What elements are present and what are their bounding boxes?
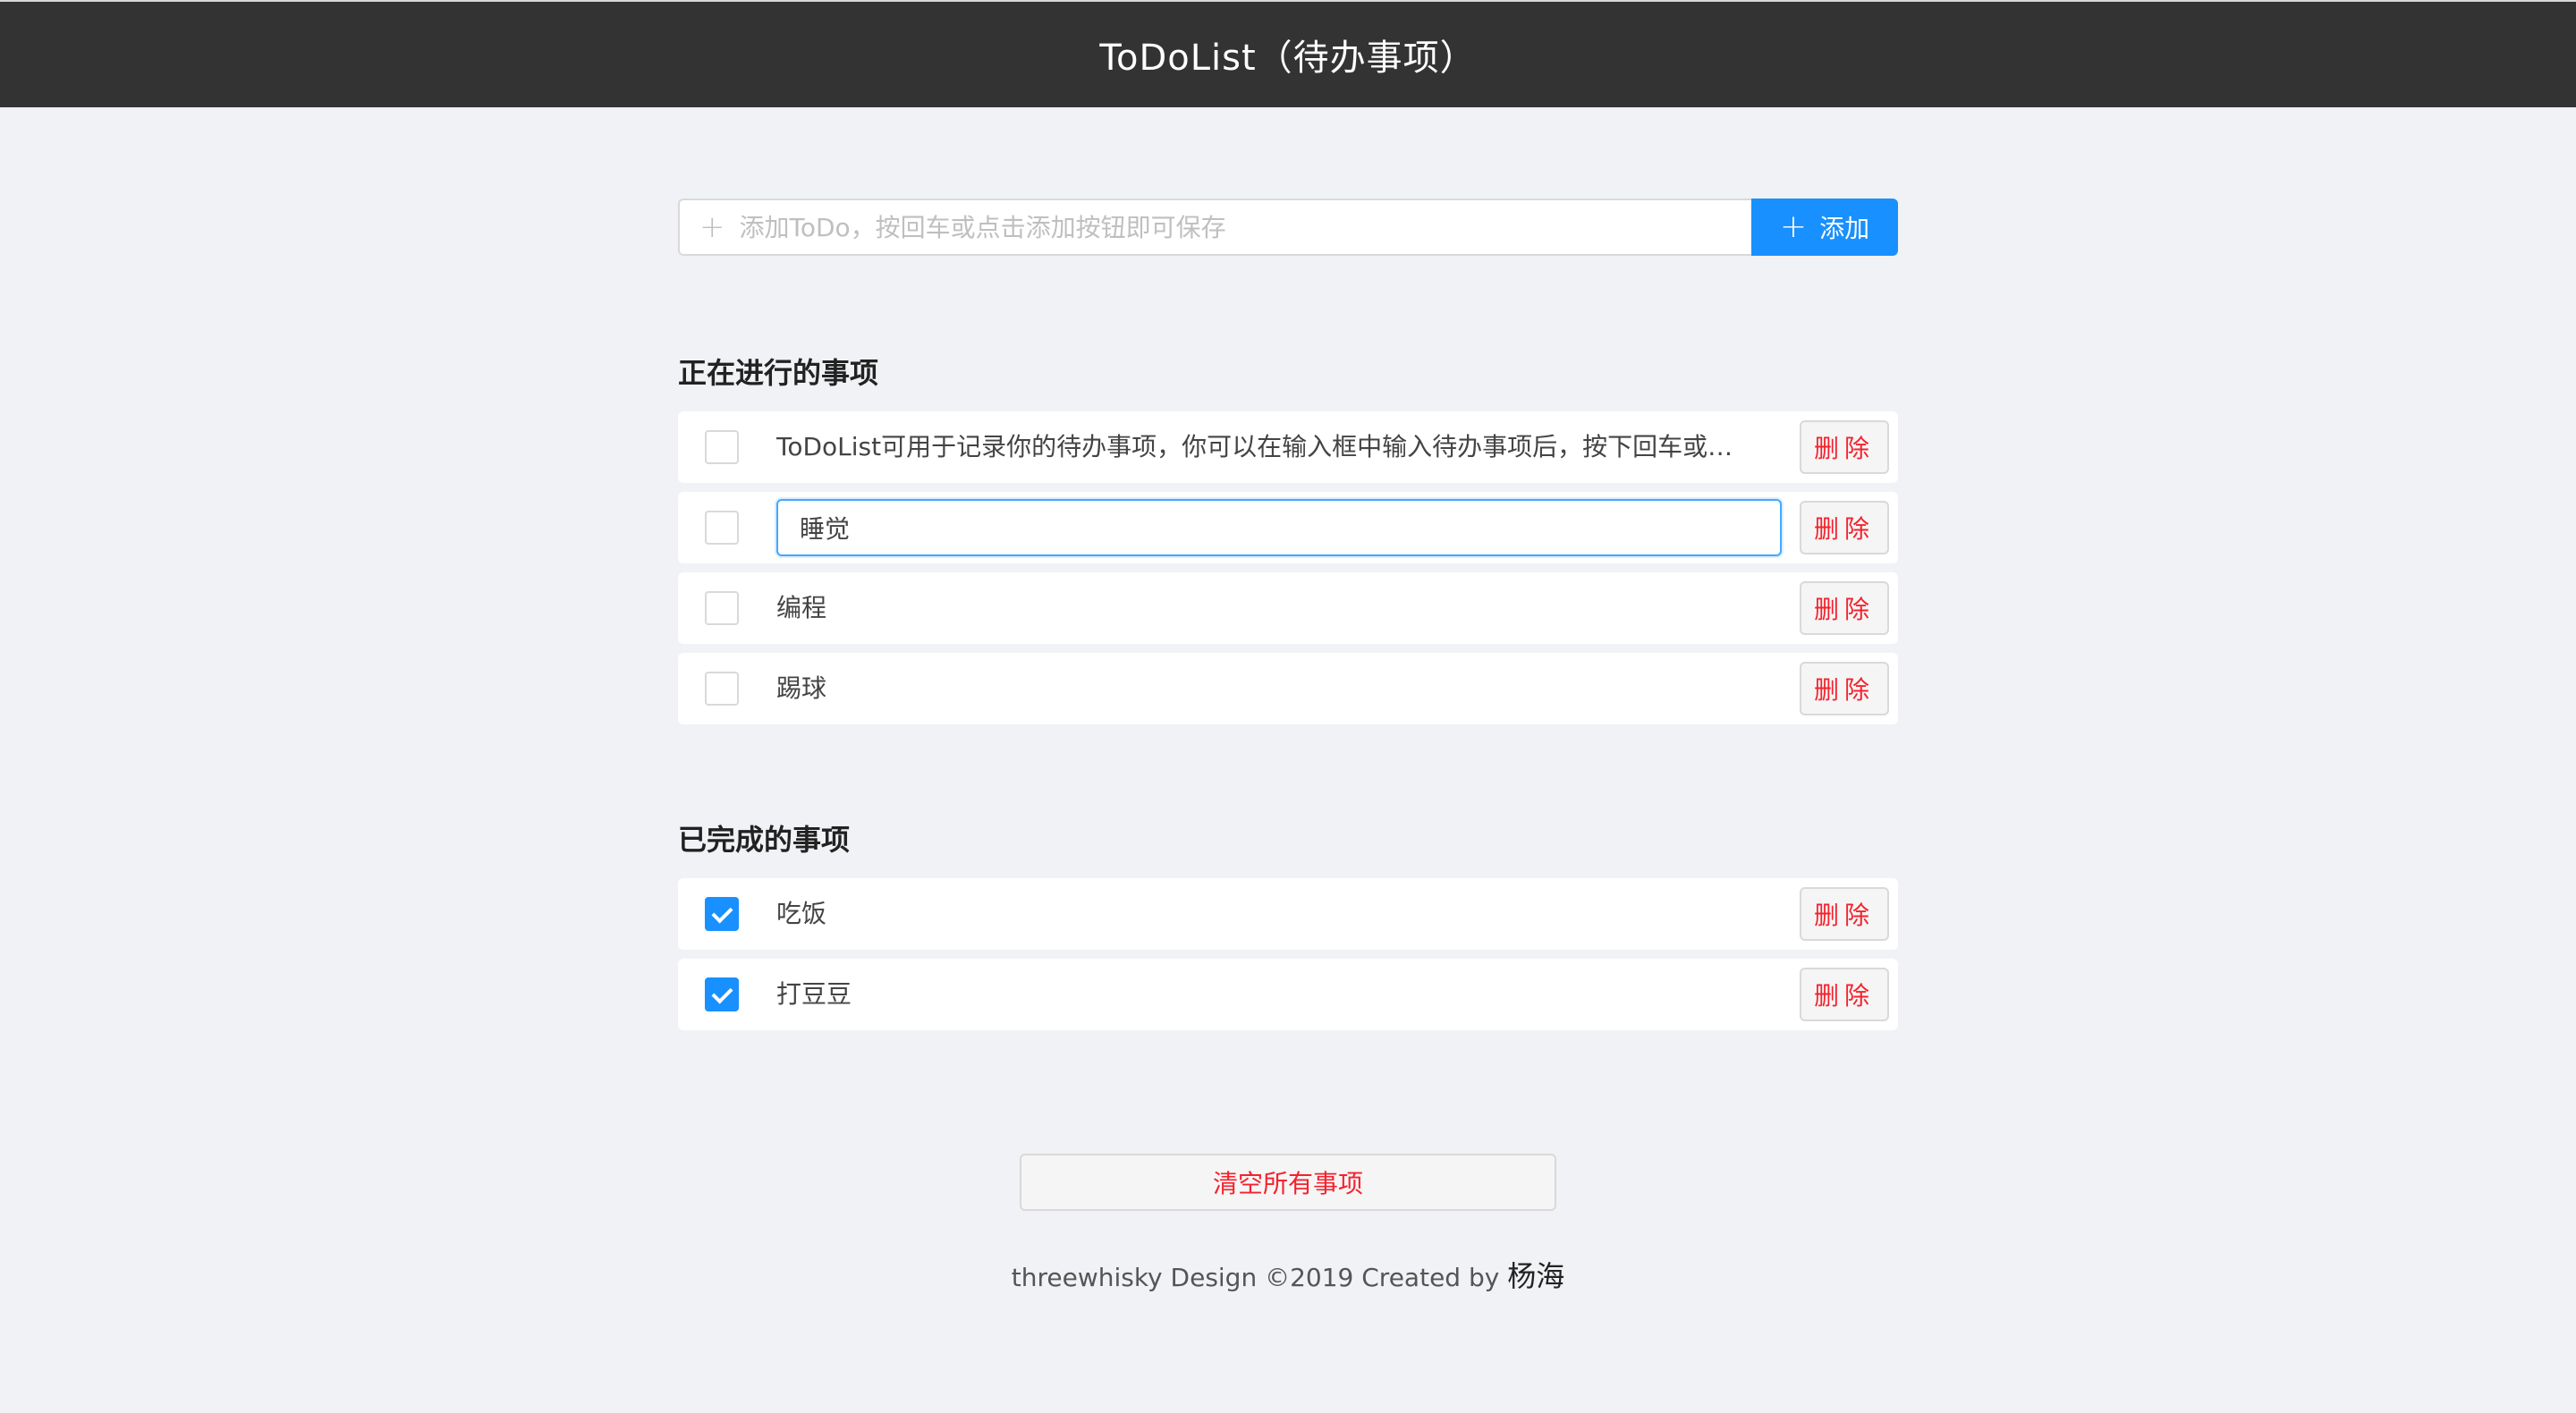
completed-list: 吃饭 删除 打豆豆 删除 xyxy=(678,878,1898,1039)
in-progress-list: ToDoList可用于记录你的待办事项，你可以在输入框中输入待办事项后，按下回车… xyxy=(678,411,1898,733)
clear-all-button[interactable]: 清空所有事项 xyxy=(1020,1154,1556,1211)
delete-button[interactable]: 删除 xyxy=(1800,968,1889,1021)
todo-text[interactable]: 打豆豆 xyxy=(776,959,1555,1030)
todo-item: ToDoList可用于记录你的待办事项，你可以在输入框中输入待办事项后，按下回车… xyxy=(678,411,1898,483)
delete-button[interactable]: 删除 xyxy=(1800,501,1889,554)
todo-checkbox-checked[interactable] xyxy=(705,977,739,1011)
completed-item: 打豆豆 删除 xyxy=(678,959,1898,1030)
todo-item: 编程 删除 xyxy=(678,572,1898,644)
plus-icon: + xyxy=(699,209,725,245)
todo-checkbox[interactable] xyxy=(705,511,739,545)
delete-button[interactable]: 删除 xyxy=(1800,662,1889,715)
delete-button[interactable]: 删除 xyxy=(1800,887,1889,941)
completed-title: 已完成的事项 xyxy=(678,823,851,857)
todo-checkbox[interactable] xyxy=(705,430,739,464)
add-button-label: 添加 xyxy=(1819,214,1870,243)
plus-icon: + xyxy=(1779,208,1808,245)
todo-item: 删除 xyxy=(678,492,1898,563)
todo-checkbox[interactable] xyxy=(705,591,739,625)
footer-text: threewhisky Design ©2019 Created by xyxy=(1011,1263,1508,1292)
todo-checkbox-checked[interactable] xyxy=(705,897,739,931)
todo-item: 踢球 删除 xyxy=(678,653,1898,724)
delete-button[interactable]: 删除 xyxy=(1800,581,1889,635)
footer-author: 杨海 xyxy=(1507,1259,1565,1293)
delete-button[interactable]: 删除 xyxy=(1800,420,1889,474)
in-progress-title: 正在进行的事项 xyxy=(678,356,879,390)
todo-edit-input[interactable] xyxy=(776,499,1782,556)
page-title: ToDoList（待办事项） xyxy=(1099,38,1477,79)
todo-text[interactable]: 踢球 xyxy=(776,653,1555,724)
footer: threewhisky Design ©2019 Created by 杨海 xyxy=(0,1254,2576,1295)
add-todo-field[interactable]: + xyxy=(678,199,1751,256)
add-button[interactable]: + 添加 xyxy=(1751,199,1898,256)
todo-text[interactable]: 编程 xyxy=(776,572,1555,644)
add-todo-input[interactable] xyxy=(737,199,1751,255)
todo-checkbox[interactable] xyxy=(705,672,739,706)
add-todo-bar: + + 添加 xyxy=(678,199,1898,256)
todo-text[interactable]: ToDoList可用于记录你的待办事项，你可以在输入框中输入待办事项后，按下回车… xyxy=(776,411,1753,483)
todo-text[interactable]: 吃饭 xyxy=(776,878,1555,950)
completed-item: 吃饭 删除 xyxy=(678,878,1898,950)
app-header: ToDoList（待办事项） xyxy=(0,0,2576,107)
